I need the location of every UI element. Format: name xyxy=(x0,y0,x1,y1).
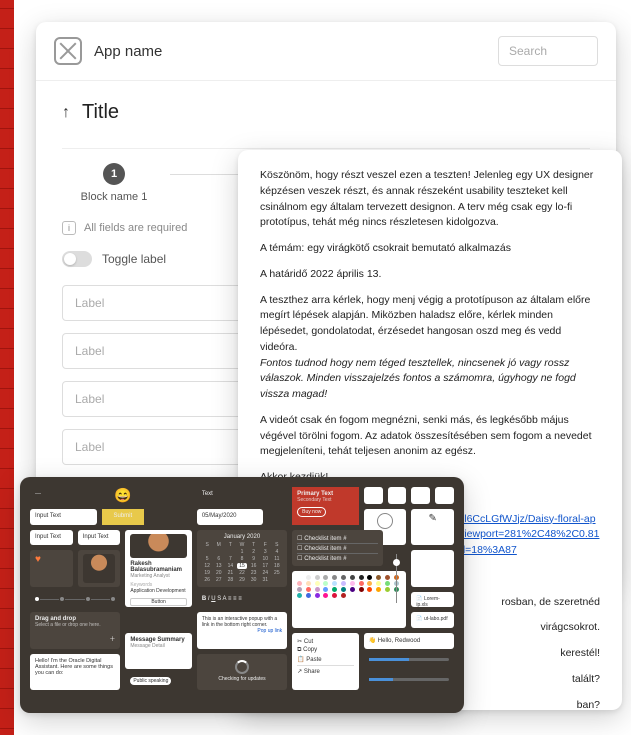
text-field-1[interactable]: Label xyxy=(62,285,262,321)
kit-label: — xyxy=(30,487,97,504)
date-input[interactable]: 05/May/2020 xyxy=(197,509,264,525)
search-input[interactable]: Search xyxy=(498,36,598,66)
color-palette[interactable] xyxy=(292,571,406,628)
info-icon: i xyxy=(62,221,76,235)
doc-paragraph: A teszthez arra kérlek, hogy menj végig … xyxy=(260,293,600,403)
toggle-switch[interactable] xyxy=(62,251,92,267)
buy-button[interactable]: Buy now xyxy=(297,507,326,517)
popup-link[interactable]: Pop up link xyxy=(202,628,282,634)
fav-card[interactable]: ♥ xyxy=(30,550,73,586)
square-icon-button[interactable] xyxy=(411,550,454,586)
toolbar-icon[interactable] xyxy=(411,487,430,504)
message-summary[interactable]: Message Summary Message Detail xyxy=(125,633,192,669)
hint-text xyxy=(292,695,359,703)
up-arrow-icon[interactable]: ↑ xyxy=(62,104,70,122)
profile-card[interactable]: Rakesh Balasubramaniam Marketing Analyst… xyxy=(125,530,192,608)
step-1[interactable]: 1 Block name 1 xyxy=(62,163,166,203)
popup-tooltip: This is an interactive popup with a link… xyxy=(197,612,287,648)
toolbar-icon[interactable] xyxy=(435,487,454,504)
text-field-4[interactable]: Label xyxy=(62,429,262,465)
text-field-2[interactable]: Label xyxy=(62,333,262,369)
hello-chip[interactable]: 👋 Hello, Redwood xyxy=(364,633,454,649)
loading-panel: Checking for updates xyxy=(197,654,287,690)
input-field[interactable]: Input Text xyxy=(30,509,97,525)
chip-row: Public speaking xyxy=(125,674,192,690)
context-menu[interactable]: ✂ Cut ⧉ Copy 📋 Paste ↗ Share xyxy=(292,633,359,690)
step-label: Block name 1 xyxy=(81,191,148,203)
checklist[interactable]: ☐ Checklist item # ☐ Checklist item # ☐ … xyxy=(292,530,382,566)
progress-bar xyxy=(364,654,454,670)
toggle-label: Toggle label xyxy=(102,252,166,266)
drag-drop-area[interactable]: Drag and drop Select a file or drop one … xyxy=(30,612,120,648)
primary-card[interactable]: Primary Text Secondary Text Buy now xyxy=(292,487,359,525)
emoji-icon: 😄 xyxy=(102,487,145,504)
input-field[interactable]: Input Text xyxy=(78,530,121,546)
doc-paragraph: A határidő 2022 április 13. xyxy=(260,267,600,283)
toolbar-icon[interactable] xyxy=(388,487,407,504)
file-chip[interactable]: 📄 Lorem-ip.xls xyxy=(411,592,454,608)
input-field[interactable]: Input Text xyxy=(30,530,73,546)
ui-kit-card: — 😄 Text Input Text Submit 05/May/2020 P… xyxy=(20,477,464,713)
page-title: Title xyxy=(82,101,119,124)
title-row: ↑ Title xyxy=(62,101,590,124)
doc-paragraph: A témám: egy virágkötő csokrait bemutató… xyxy=(260,241,600,257)
progress-bar xyxy=(364,674,454,690)
app-logo-placeholder-icon xyxy=(54,37,82,65)
mini-stepper xyxy=(30,592,120,608)
text-field-3[interactable]: Label xyxy=(62,381,262,417)
chip[interactable]: Public speaking xyxy=(130,677,171,685)
format-toolbar[interactable]: B I U S A ≡ ≡ ≡ xyxy=(197,592,287,608)
calendar[interactable]: January 2020 SMTWTFS 1234 567891011 1213… xyxy=(197,530,287,587)
toolbar-icon[interactable] xyxy=(364,487,383,504)
app-name: App name xyxy=(94,43,162,60)
submit-button[interactable]: Submit xyxy=(102,509,145,525)
decorative-edge xyxy=(0,0,14,735)
doc-paragraph: A videót csak én fogom megnézni, senki m… xyxy=(260,413,600,460)
app-header: App name Search xyxy=(36,22,616,81)
file-chip[interactable]: 📄 ut-labo.pdf xyxy=(411,612,454,628)
doc-paragraph: Köszönöm, hogy részt veszel ezen a teszt… xyxy=(260,168,600,231)
step-dot: 1 xyxy=(103,163,125,185)
avatar-card[interactable] xyxy=(78,550,121,586)
button[interactable]: Button xyxy=(130,598,187,606)
assistant-bubble: Hello! I'm the Oracle Digital Assistant.… xyxy=(30,654,120,690)
required-text: All fields are required xyxy=(84,222,187,234)
text-header: Text xyxy=(197,487,264,504)
edit-icon[interactable]: ✎ xyxy=(411,509,454,545)
